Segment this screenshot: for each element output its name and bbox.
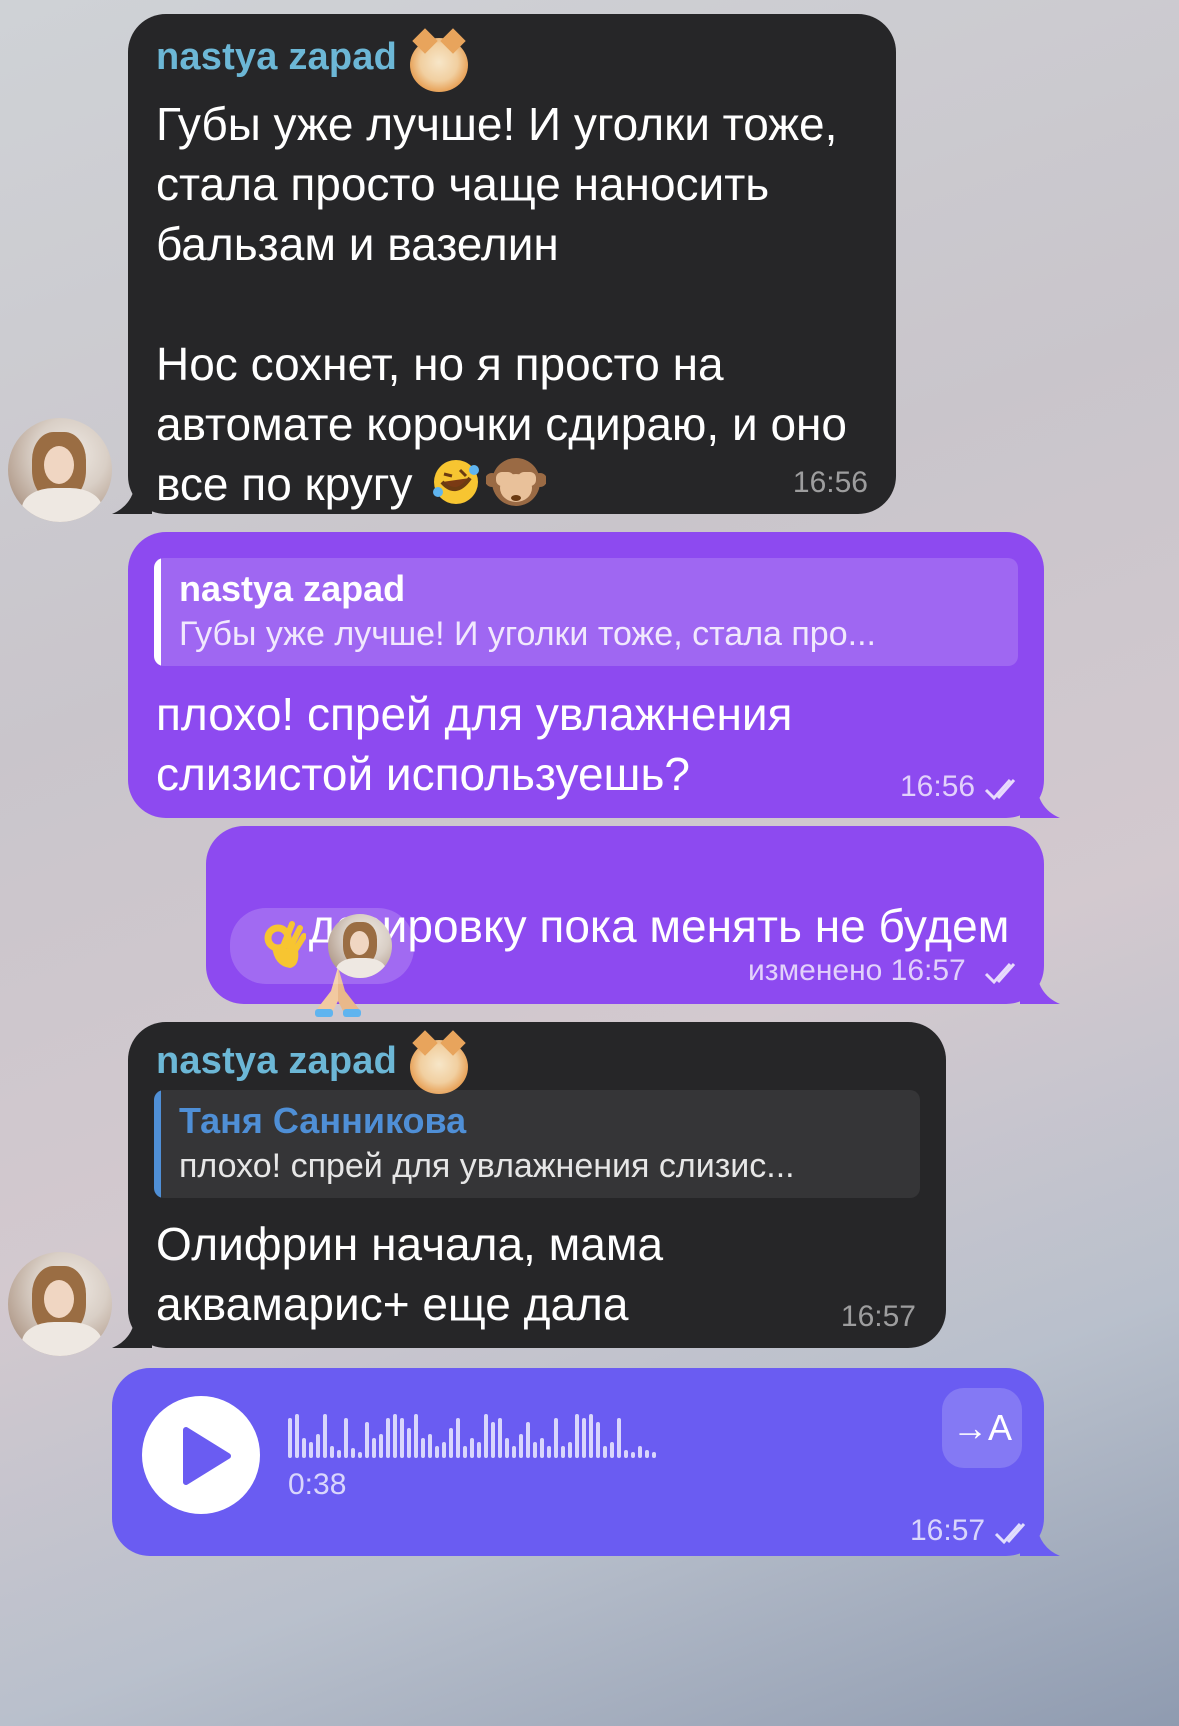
waveform-bar (561, 1446, 565, 1458)
reply-quote[interactable]: Таня Санникова плохо! спрей для увлажнен… (154, 1090, 920, 1198)
double-check-icon (984, 779, 1016, 801)
outgoing-message[interactable]: nastya zapad Губы уже лучше! И уголки то… (128, 532, 1060, 818)
reaction-pill[interactable] (230, 908, 414, 984)
waveform-bar (407, 1428, 411, 1458)
ok-hand-icon (264, 921, 306, 968)
double-check-icon (994, 1523, 1026, 1545)
waveform-bar (309, 1442, 313, 1458)
waveform-bar (295, 1414, 299, 1458)
waveform-bar (645, 1450, 649, 1458)
sender-name[interactable]: nastya zapad (156, 36, 397, 79)
play-button[interactable] (142, 1396, 260, 1514)
message-text: Губы уже лучше! И уголки тоже, стала про… (156, 98, 848, 510)
reply-sender: Таня Санникова (179, 1100, 467, 1141)
waveform-bar (393, 1414, 397, 1458)
waveform-bar (316, 1434, 320, 1458)
waveform-bar (449, 1428, 453, 1458)
waveform-bar (533, 1442, 537, 1458)
waveform-bar (470, 1438, 474, 1458)
reaction-avatar (328, 914, 392, 978)
play-icon (183, 1427, 231, 1485)
waveform-bar (526, 1422, 530, 1458)
message-time: 16:57 (910, 1514, 986, 1547)
waveform-bar (610, 1442, 614, 1458)
message-time: 16:56 (792, 466, 868, 499)
reply-quote[interactable]: nastya zapad Губы уже лучше! И уголки то… (154, 558, 1018, 666)
message-time: 16:56 (900, 770, 976, 803)
waveform-bar (463, 1446, 467, 1458)
waveform-bar (617, 1418, 621, 1458)
bubble-tail (1020, 778, 1060, 818)
reply-text: плохо! спрей для увлажнения слизис... (179, 1147, 795, 1185)
waveform-bar (337, 1450, 341, 1458)
message-time: 16:57 (840, 1300, 916, 1333)
waveform-bar (519, 1434, 523, 1458)
sender-name[interactable]: nastya zapad (156, 1040, 397, 1083)
avatar[interactable] (8, 1252, 112, 1356)
waveform-bar (589, 1414, 593, 1458)
waveform-bar (547, 1446, 551, 1458)
see-no-evil-monkey-icon (486, 458, 547, 506)
waveform-bar (330, 1446, 334, 1458)
waveform-bar (652, 1452, 656, 1458)
waveform[interactable] (288, 1414, 908, 1458)
waveform-bar (631, 1452, 635, 1458)
bubble-tail (112, 1308, 152, 1348)
message-text: плохо! спрей для увлажнения слизистой ис… (156, 688, 793, 800)
waveform-bar (428, 1434, 432, 1458)
waveform-bar (505, 1438, 509, 1458)
waveform-bar (582, 1418, 586, 1458)
waveform-bar (596, 1422, 600, 1458)
waveform-bar (512, 1446, 516, 1458)
cat-sticker-icon (410, 1040, 468, 1094)
waveform-bar (603, 1446, 607, 1458)
waveform-bar (491, 1422, 495, 1458)
edited-time: изменено 16:57 (748, 954, 966, 987)
waveform-bar (288, 1418, 292, 1458)
waveform-bar (372, 1438, 376, 1458)
voice-message[interactable]: 0:38 →A 16:57 (112, 1368, 1060, 1556)
waveform-bar (386, 1418, 390, 1458)
waveform-bar (568, 1442, 572, 1458)
emoji-row (430, 454, 547, 510)
waveform-bar (344, 1418, 348, 1458)
incoming-message[interactable]: nastya zapad Губы уже лучше! И уголки то… (112, 14, 896, 514)
waveform-bar (421, 1438, 425, 1458)
waveform-bar (638, 1446, 642, 1458)
waveform-bar (477, 1442, 481, 1458)
waveform-bar (435, 1446, 439, 1458)
waveform-bar (554, 1418, 558, 1458)
waveform-bar (540, 1438, 544, 1458)
waveform-bar (442, 1442, 446, 1458)
waveform-bar (414, 1414, 418, 1458)
waveform-bar (624, 1450, 628, 1458)
waveform-bar (575, 1414, 579, 1458)
message-text: Олифрин начала, мама аквамарис+ еще дала (156, 1218, 664, 1330)
rofl-emoji-icon (433, 460, 479, 504)
reply-text: Губы уже лучше! И уголки тоже, стала про… (179, 615, 876, 653)
outgoing-message[interactable]: дозировку пока менять не будем изменено … (206, 826, 1060, 1017)
waveform-bar (379, 1434, 383, 1458)
waveform-bar (302, 1438, 306, 1458)
bubble-tail (112, 474, 152, 514)
waveform-bar (498, 1418, 502, 1458)
waveform-bar (484, 1414, 488, 1458)
waveform-bar (358, 1452, 362, 1458)
voice-duration: 0:38 (288, 1468, 347, 1501)
avatar[interactable] (8, 418, 112, 522)
waveform-bar (456, 1418, 460, 1458)
waveform-bar (351, 1448, 355, 1458)
cat-sticker-icon (410, 38, 468, 92)
waveform-bar (365, 1422, 369, 1458)
transcribe-button[interactable]: →A (942, 1388, 1022, 1468)
reply-sender: nastya zapad (179, 568, 406, 609)
waveform-bar (323, 1414, 327, 1458)
waveform-bar (400, 1418, 404, 1458)
double-check-icon (984, 963, 1016, 985)
incoming-message[interactable]: nastya zapad Таня Санникова плохо! спрей… (112, 1022, 946, 1348)
chat-area[interactable]: nastya zapad Губы уже лучше! И уголки то… (0, 0, 1179, 1726)
